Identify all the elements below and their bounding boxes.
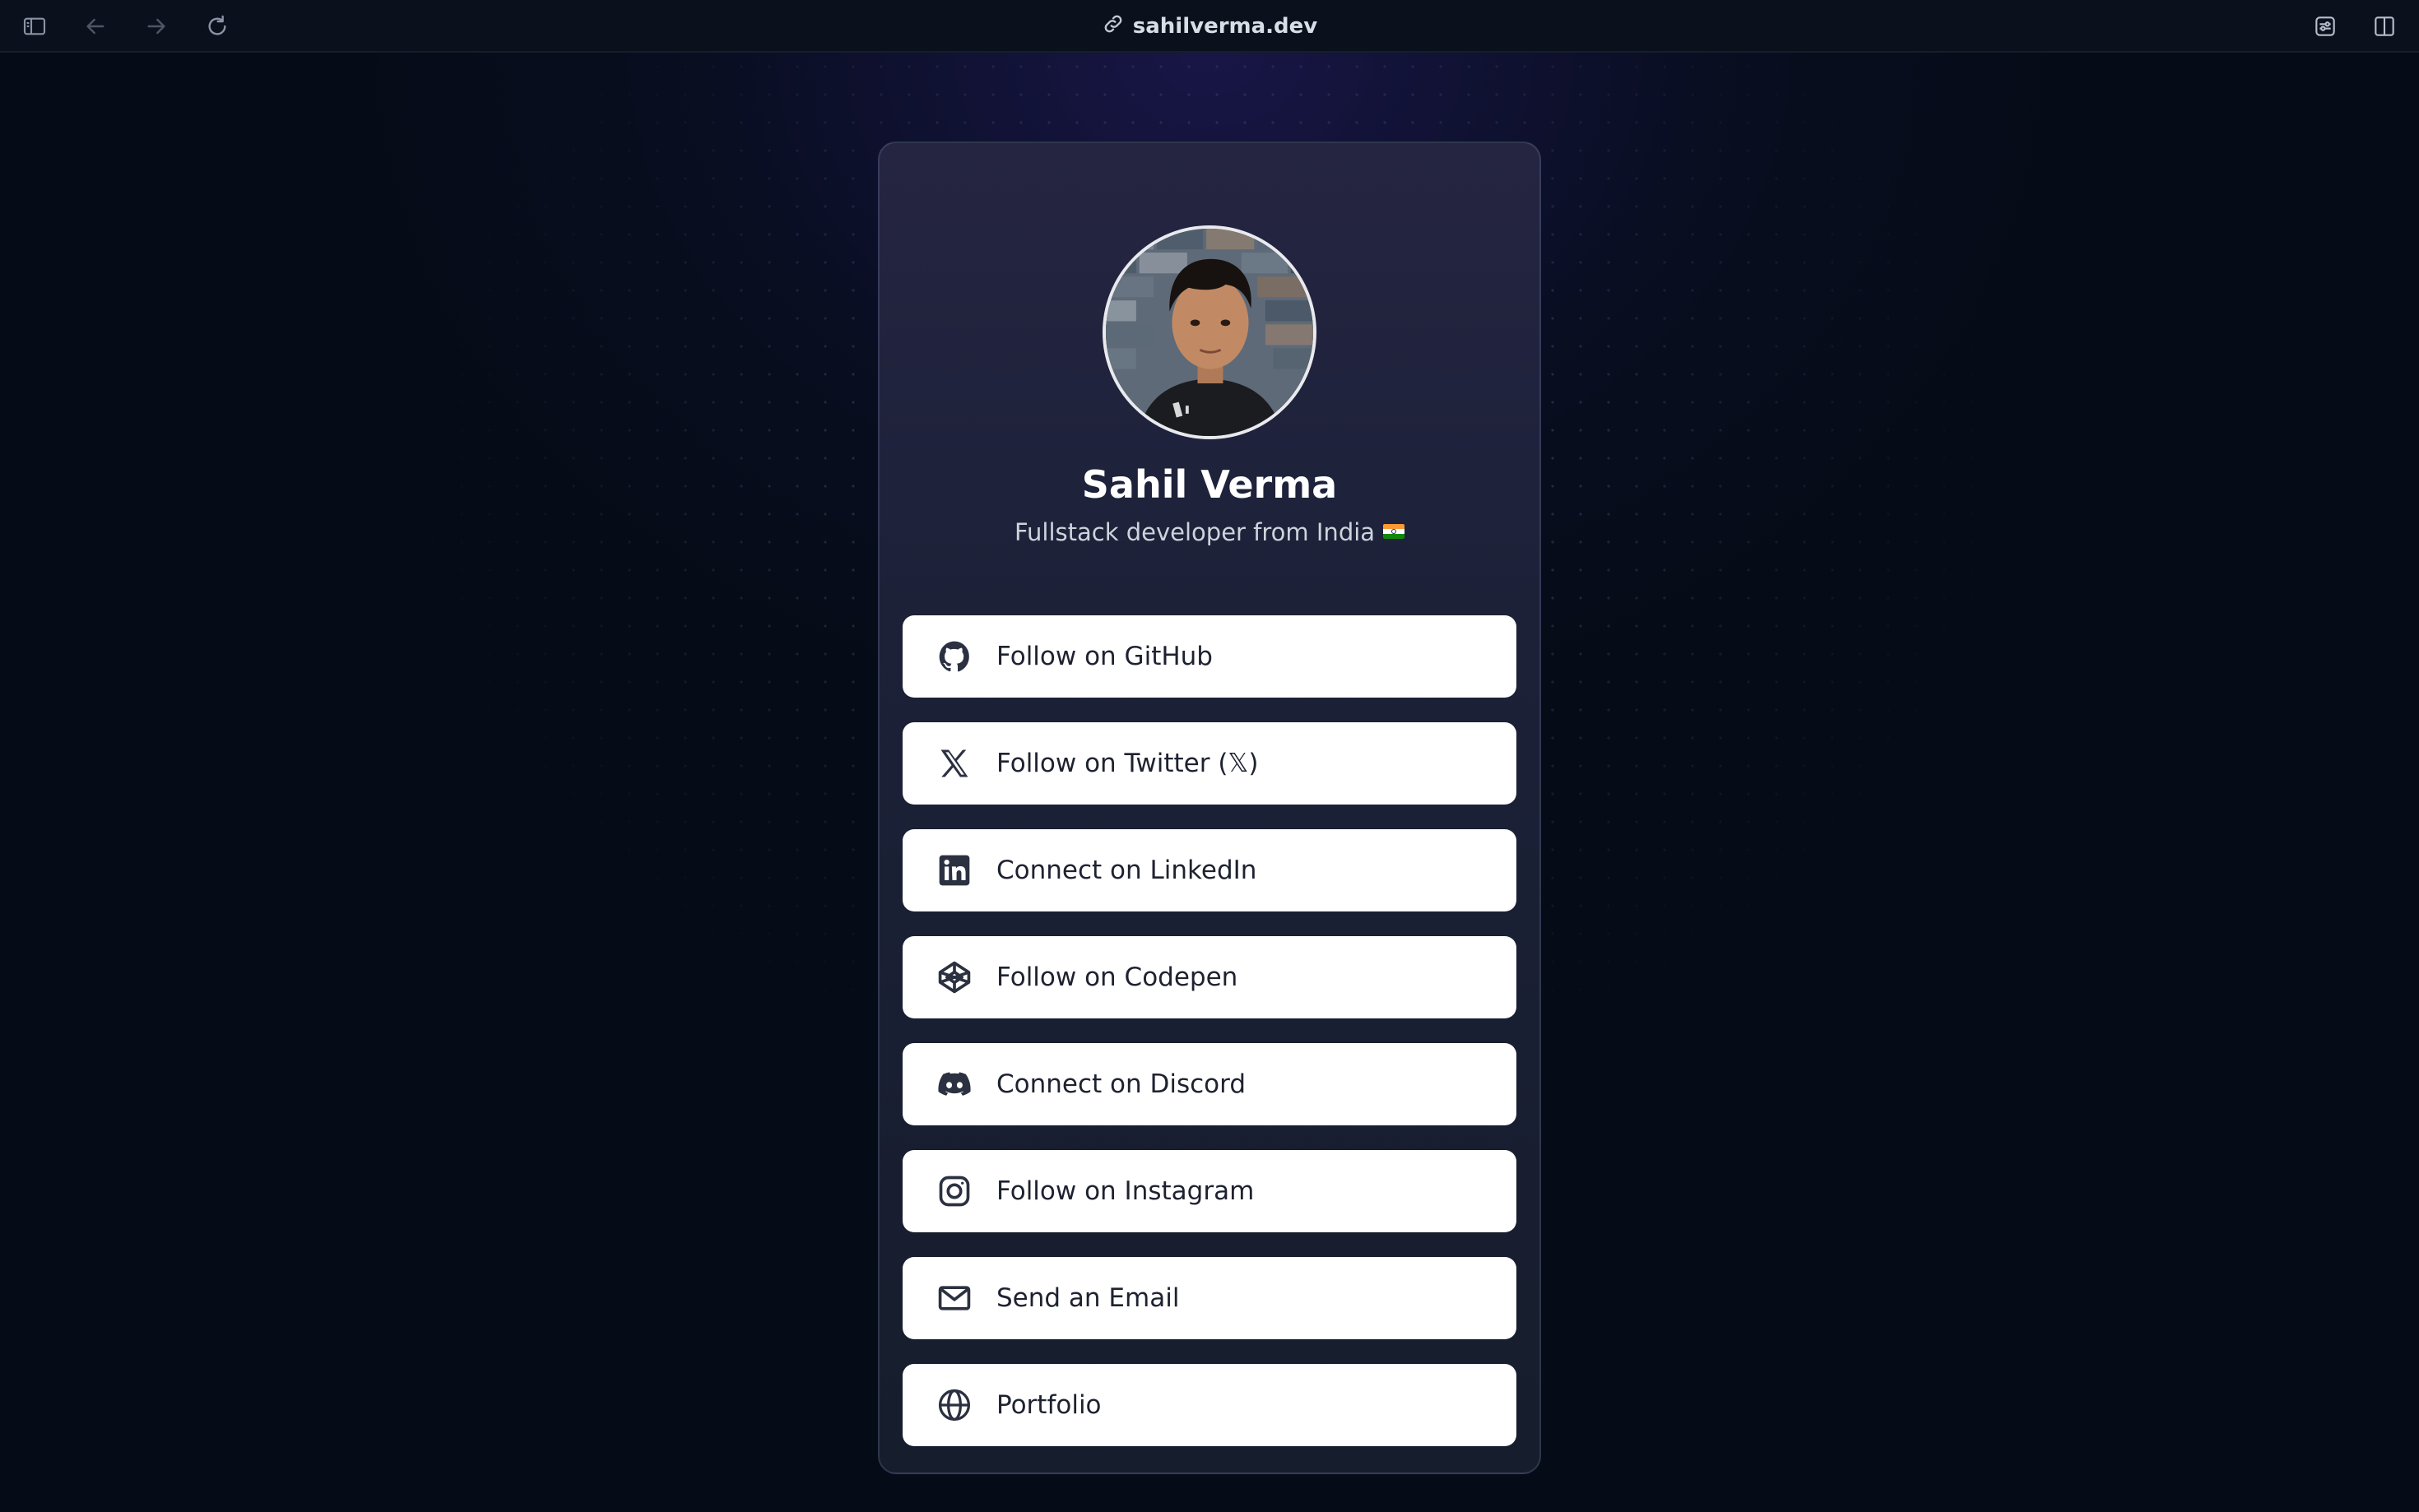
link-icon <box>1102 12 1125 41</box>
email-link-button[interactable]: Send an Email <box>903 1257 1516 1339</box>
profile-card: Sahil Verma Fullstack developer from Ind… <box>878 141 1541 1474</box>
linkedin-link-label: Connect on LinkedIn <box>996 856 1257 885</box>
extension-icon[interactable] <box>2310 12 2340 41</box>
address-bar[interactable]: sahilverma.dev <box>1086 12 1333 41</box>
github-link-label: Follow on GitHub <box>996 642 1213 671</box>
browser-toolbar: sahilverma.dev <box>0 0 2419 53</box>
github-icon <box>936 638 973 675</box>
sidebar-icon[interactable] <box>20 12 49 41</box>
url-text: sahilverma.dev <box>1132 14 1318 39</box>
codepen-icon <box>936 958 973 996</box>
linkedin-link-button[interactable]: Connect on LinkedIn <box>903 829 1516 911</box>
twitter-link-button[interactable]: Follow on Twitter (𝕏) <box>903 722 1516 805</box>
instagram-icon <box>936 1172 973 1210</box>
portfolio-link-button[interactable]: Portfolio <box>903 1364 1516 1446</box>
globe-icon <box>936 1386 973 1424</box>
twitter-link-label: Follow on Twitter (𝕏) <box>996 749 1259 778</box>
profile-tagline: Fullstack developer from India <box>880 518 1539 546</box>
india-flag-icon <box>1383 524 1405 539</box>
profile-name: Sahil Verma <box>1081 462 1338 507</box>
codepen-link-button[interactable]: Follow on Codepen <box>903 936 1516 1018</box>
email-link-label: Send an Email <box>996 1283 1180 1313</box>
discord-link-button[interactable]: Connect on Discord <box>903 1043 1516 1125</box>
github-link-button[interactable]: Follow on GitHub <box>903 615 1516 698</box>
avatar <box>1103 225 1316 439</box>
instagram-link-button[interactable]: Follow on Instagram <box>903 1150 1516 1232</box>
forward-arrow-icon[interactable] <box>142 12 171 41</box>
codepen-link-label: Follow on Codepen <box>996 962 1238 992</box>
page-content: Sahil Verma Fullstack developer from Ind… <box>0 53 2419 1512</box>
tagline-text: Fullstack developer from India <box>1014 518 1376 546</box>
mail-icon <box>936 1279 973 1317</box>
discord-link-label: Connect on Discord <box>996 1069 1247 1099</box>
x-icon <box>936 744 973 782</box>
portfolio-link-label: Portfolio <box>996 1390 1102 1420</box>
back-arrow-icon[interactable] <box>81 12 110 41</box>
discord-icon <box>936 1065 973 1103</box>
instagram-link-label: Follow on Instagram <box>996 1176 1255 1206</box>
split-view-icon[interactable] <box>2370 12 2399 41</box>
linkedin-icon <box>936 851 973 889</box>
reload-icon[interactable] <box>202 12 232 41</box>
